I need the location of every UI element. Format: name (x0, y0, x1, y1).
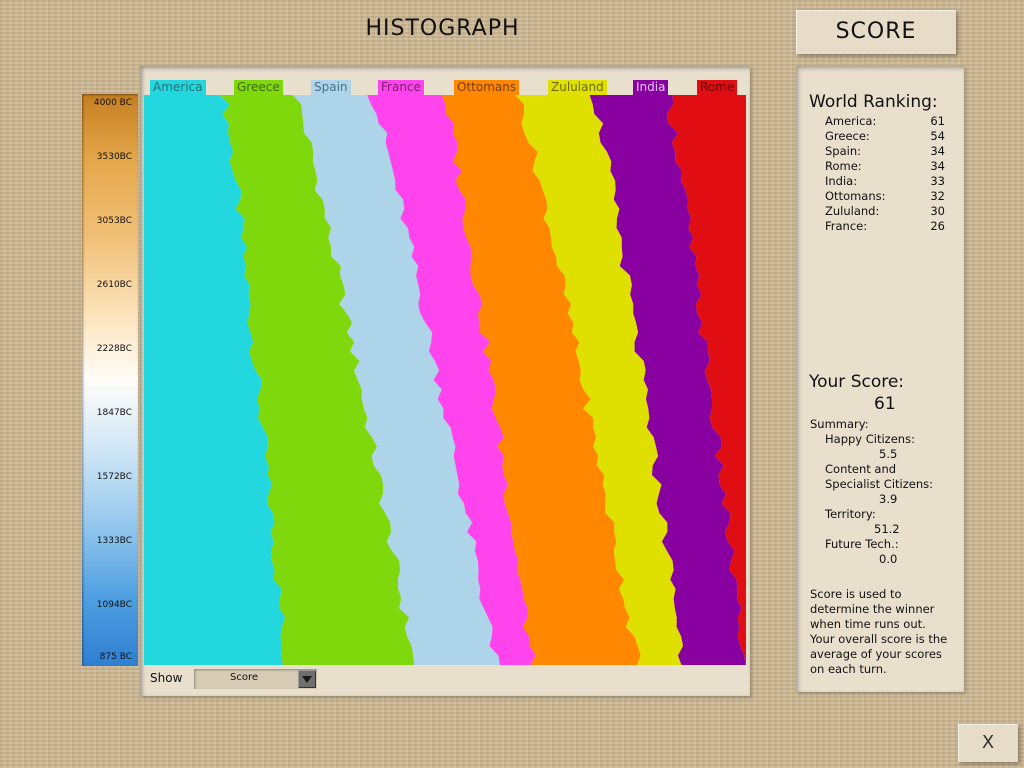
ranking-name: Spain: (825, 144, 862, 158)
ranking-row: Greece: 54 (825, 129, 945, 144)
legend-ottomans: Ottomans (454, 80, 520, 95)
territory-label: Territory: (825, 507, 876, 521)
timeline-tick: 1847BC (96, 408, 132, 418)
histograph-plot (144, 95, 746, 665)
close-button[interactable]: X (958, 724, 1018, 762)
ranking-row: Ottomans: 32 (825, 189, 945, 204)
score-note-line: average of your scores (810, 647, 942, 661)
ranking-score: 30 (930, 204, 945, 218)
world-ranking-title: World Ranking: (809, 92, 938, 112)
your-score-title: Your Score: (809, 372, 905, 392)
ranking-name: India: (825, 174, 858, 188)
legend-france: France (378, 80, 424, 95)
timeline-tick: 3530BC (96, 152, 132, 162)
territory-value: 51.2 (874, 522, 900, 536)
score-note-line: determine the winner (810, 602, 935, 616)
window-title: HISTOGRAPH (365, 16, 520, 41)
legend-rome: Rome (697, 80, 738, 95)
legend-zululand: Zululand (548, 80, 607, 95)
timeline-tick: 2610BC (96, 280, 132, 290)
score-note-line: on each turn. (810, 662, 887, 676)
score-note-line: Your overall score is the (810, 632, 948, 646)
score-panel: World Ranking: America: 61 Greece: 54 Spai… (796, 66, 964, 692)
ranking-row: Spain: 34 (825, 144, 945, 159)
happy-citizens-value: 5.5 (879, 447, 898, 461)
your-score-value: 61 (874, 394, 896, 414)
ranking-score: 61 (930, 114, 945, 128)
content-label-line2: Specialist Citizens: (825, 477, 933, 491)
ranking-score: 54 (930, 129, 945, 143)
timeline-tick: 1094BC (96, 600, 132, 610)
summary-label: Summary: (810, 417, 869, 431)
show-label: Show (150, 671, 183, 685)
timeline-tick: 875 BC (99, 652, 132, 662)
future-tech-label: Future Tech.: (825, 537, 899, 551)
chevron-down-icon[interactable] (298, 670, 316, 688)
ranking-name: Ottomans: (825, 189, 886, 203)
ranking-name: France: (825, 219, 868, 233)
ranking-name: Greece: (825, 129, 870, 143)
ranking-row: France: 26 (825, 219, 945, 234)
ranking-row: Zululand: 30 (825, 204, 945, 219)
ranking-row: America: 61 (825, 114, 945, 129)
score-tab[interactable]: SCORE (796, 10, 956, 54)
timeline-tick: 1333BC (96, 536, 132, 546)
ranking-row: Rome: 34 (825, 159, 945, 174)
ranking-score: 32 (930, 189, 945, 203)
legend-india: India (633, 80, 669, 95)
content-value: 3.9 (879, 492, 898, 506)
legend-america: America (150, 80, 206, 95)
score-note: Score is used to determine the winner wh… (810, 587, 960, 677)
show-dropdown[interactable]: Score (194, 669, 317, 689)
ranking-score: 34 (930, 159, 945, 173)
future-tech-value: 0.0 (879, 552, 898, 566)
happy-citizens-label: Happy Citizens: (825, 432, 915, 446)
content-label-line1: Content and (825, 462, 897, 476)
timeline-tick: 3053BC (96, 216, 132, 226)
legend-greece: Greece (234, 80, 283, 95)
legend-spain: Spain (311, 80, 351, 95)
ranking-score: 34 (930, 144, 945, 158)
ranking-row: India: 33 (825, 174, 945, 189)
timeline-tick: 4000 BC (93, 98, 132, 108)
ranking-name: Zululand: (825, 204, 880, 218)
timeline-tick: 1572BC (96, 472, 132, 482)
score-note-line: Score is used to (810, 587, 902, 601)
ranking-name: Rome: (825, 159, 862, 173)
world-ranking-list: America: 61 Greece: 54 Spain: 34 Rome: 34 In… (825, 114, 945, 234)
ranking-name: America: (825, 114, 877, 128)
timeline-bar: 4000 BC 3530BC 3053BC 2610BC 2228BC 1847… (82, 94, 138, 666)
show-dropdown-value: Score (230, 672, 259, 683)
score-note-line: when time runs out. (810, 617, 926, 631)
ranking-score: 33 (930, 174, 945, 188)
ranking-score: 26 (930, 219, 945, 233)
timeline-tick: 2228BC (96, 344, 132, 354)
